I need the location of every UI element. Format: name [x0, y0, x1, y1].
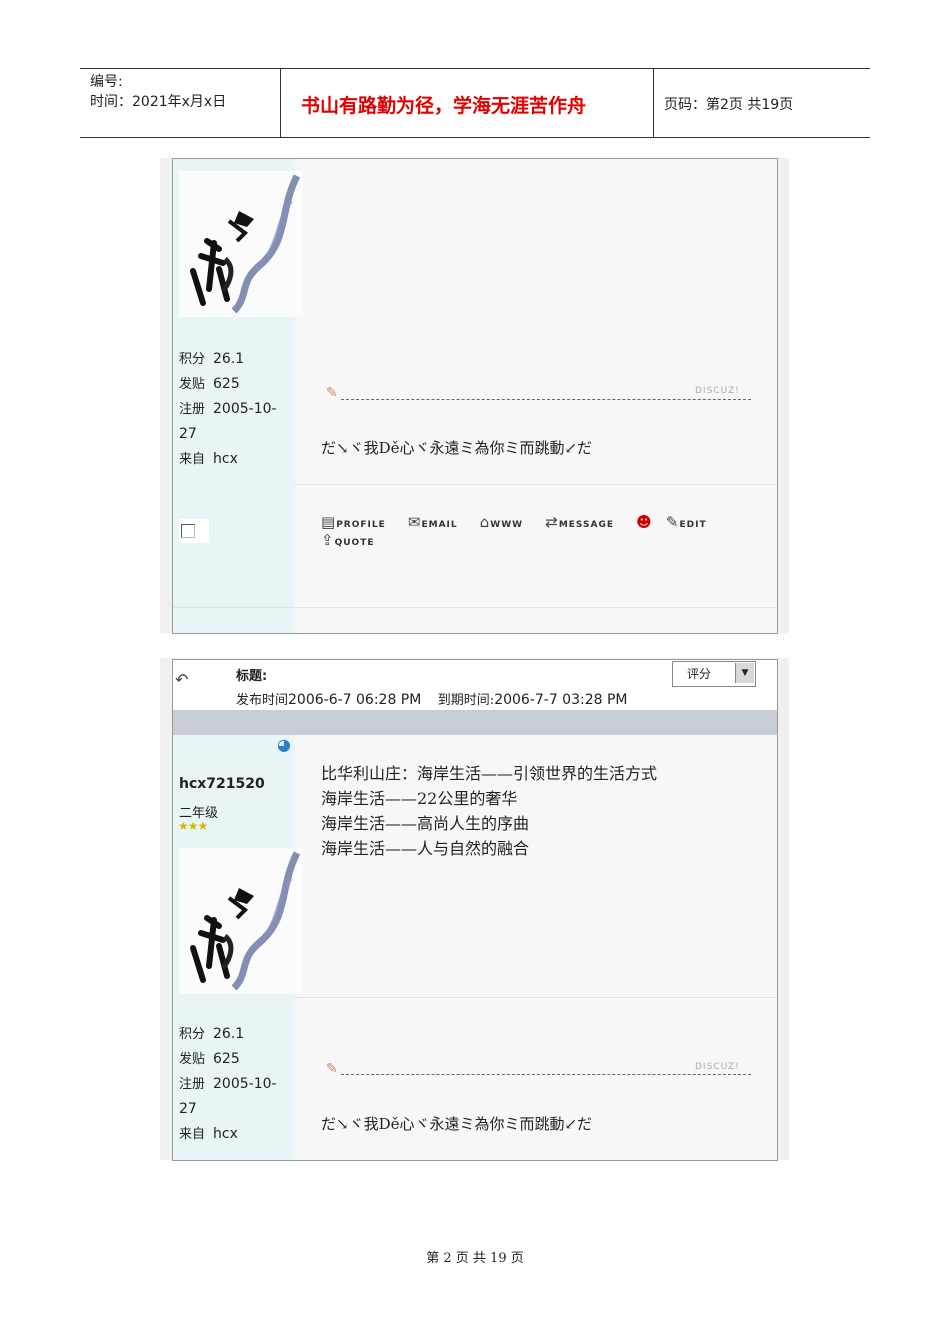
- edit-icon: ✎: [665, 513, 679, 531]
- message-icon: ⇄: [545, 513, 558, 531]
- motto: 书山有路勤为径，学海无涯苦作舟: [301, 95, 587, 117]
- content-line: 海岸生活——22公里的奢华: [321, 789, 518, 808]
- profile-icon: ▤: [321, 513, 336, 531]
- quote-button[interactable]: ⇪QUOTE: [321, 531, 383, 549]
- pencil-icon: ✎: [326, 1061, 338, 1077]
- www-icon: ⌂: [479, 513, 490, 531]
- select-checkbox[interactable]: [179, 519, 209, 543]
- username[interactable]: hcx721520: [179, 776, 265, 792]
- discuz-mark: DISCUZ!: [695, 1062, 740, 1072]
- avatar: [179, 848, 303, 994]
- message-button[interactable]: ⇄MESSAGE: [545, 513, 623, 531]
- page-label: 页码：第2页 共19页: [664, 97, 794, 113]
- divider: [295, 484, 777, 485]
- email-icon: ✉: [407, 513, 421, 531]
- profile-button[interactable]: ▤PROFILE: [321, 513, 395, 531]
- forum-post: ↶ 标题: 发布时间2006-6-7 06:28 PM 到期时间:2006-7-…: [172, 659, 778, 1161]
- email-button[interactable]: ✉EMAIL: [408, 513, 467, 531]
- stat-from: 来自 hcx: [179, 1126, 238, 1142]
- header-meta-cell: 编号: 时间：2021年x月x日: [80, 69, 281, 137]
- document-header: 编号: 时间：2021年x月x日 书山有路勤为径，学海无涯苦作舟 页码：第2页 …: [80, 68, 870, 138]
- content-line: 海岸生活——高尚人生的序曲: [321, 814, 530, 833]
- pencil-icon: ✎: [326, 385, 338, 401]
- divider: [173, 607, 777, 608]
- rate-select[interactable]: 评分 ▼: [672, 661, 756, 687]
- divider: [295, 997, 777, 998]
- content-line: 海岸生活——人与自然的融合: [321, 839, 530, 858]
- online-globe-icon: ◕: [277, 735, 291, 754]
- post-content: 比华利山庄：海岸生活——引领世界的生活方式 海岸生活——22公里的奢华 海岸生活…: [321, 761, 657, 861]
- discuz-mark: DISCUZ!: [695, 386, 740, 396]
- chevron-down-icon: ▼: [735, 663, 754, 683]
- stat-posts: 发贴 625: [179, 376, 240, 392]
- user-sidebar: 积分 26.1 发贴 625 注册 2005-10- 27 来自 hcx: [173, 159, 303, 633]
- stat-points: 积分 26.1: [179, 351, 245, 367]
- signature-divider: [341, 399, 751, 400]
- stat-registered: 注册 2005-10-: [179, 401, 277, 417]
- edit-button[interactable]: ✎EDIT: [666, 513, 716, 531]
- signature-divider: [341, 1074, 751, 1075]
- stat-registered: 注册 2005-10-: [179, 1076, 277, 1092]
- time-label: 时间：2021年x月x日: [90, 94, 227, 110]
- signature: だ↘ヾ我Dě心ヾ永遠ミ為你ミ而跳動↙だ: [321, 1115, 593, 1133]
- stat-posts: 发贴 625: [179, 1051, 240, 1067]
- qq-button[interactable]: ☻: [636, 513, 653, 531]
- title-label: 标题:: [236, 669, 268, 684]
- post-titlebar: ↶ 标题: 发布时间2006-6-7 06:28 PM 到期时间:2006-7-…: [173, 660, 777, 710]
- quote-icon: ⇪: [321, 531, 334, 549]
- user-stats: 积分 26.1 发贴 625 注册 2005-10- 27 来自 hcx: [179, 1022, 277, 1147]
- header-page-cell: 页码：第2页 共19页: [654, 69, 870, 137]
- www-button[interactable]: ⌂WWW: [480, 513, 532, 531]
- user-sidebar: ◕ hcx721520 二年级 ★★★ 积分 26.1 发贴 625 注册 2005-…: [173, 735, 303, 1160]
- avatar-ink-image: [190, 174, 301, 314]
- stat-from: 来自 hcx: [179, 451, 238, 467]
- header-motto-cell: 书山有路勤为径，学海无涯苦作舟: [281, 69, 654, 137]
- avatar: [179, 171, 303, 317]
- content-line: 比华利山庄：海岸生活——引领世界的生活方式: [321, 764, 658, 783]
- user-stats: 积分 26.1 发贴 625 注册 2005-10- 27 来自 hcx: [179, 347, 277, 472]
- avatar-ink-image: [190, 851, 301, 991]
- title-separator-band: [173, 710, 777, 735]
- reply-arrow-icon[interactable]: ↶: [175, 670, 188, 689]
- page-footer: 第 2 页 共 19 页: [426, 1251, 524, 1266]
- signature: だ↘ヾ我Dě心ヾ永遠ミ為你ミ而跳動↙だ: [321, 439, 593, 457]
- stat-registered-cont: 27: [179, 1101, 197, 1117]
- rank-stars-icon: ★★★: [178, 819, 208, 833]
- post-dates: 发布时间2006-6-7 06:28 PM 到期时间:2006-7-7 03:2…: [236, 692, 628, 708]
- stat-registered-cont: 27: [179, 426, 197, 442]
- forum-post: 积分 26.1 发贴 625 注册 2005-10- 27 来自 hcx ✎ DISCU…: [172, 158, 778, 634]
- stat-points: 积分 26.1: [179, 1026, 245, 1042]
- post-action-buttons: ▤PROFILE ✉EMAIL ⌂WWW ⇄MESSAGE ☻ ✎EDIT ⇪Q…: [321, 513, 777, 549]
- qq-icon: ☻: [636, 513, 652, 531]
- number-label: 编号:: [90, 74, 123, 90]
